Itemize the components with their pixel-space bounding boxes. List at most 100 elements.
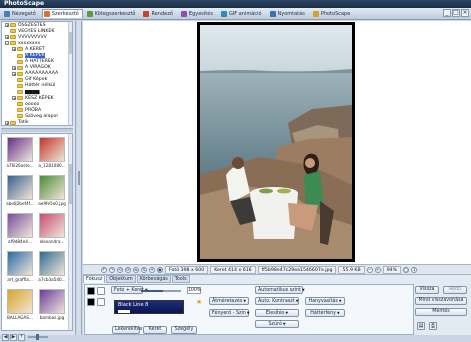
panel-tab-0[interactable]: Fókusz	[83, 275, 106, 283]
tree-item-label: Gif Képek	[25, 77, 48, 83]
black-color-icon[interactable]	[87, 287, 95, 295]
tab-6[interactable]: Nyomtatás	[268, 9, 309, 18]
maximize-button[interactable]: □	[452, 9, 460, 17]
favorite-star-icon[interactable]: ★	[196, 298, 202, 306]
expand-toggle-icon[interactable]: +	[5, 120, 9, 125]
tree-item[interactable]: + Tatik	[2, 120, 72, 125]
thumbnail-item[interactable]: a_1281080...	[36, 137, 68, 172]
thumbnail-caption: art_graffia...	[7, 277, 33, 282]
folder-icon	[17, 114, 23, 119]
thumbnail-scrollbar[interactable]	[68, 134, 72, 330]
rotate-right-icon[interactable]: ⟳	[125, 266, 131, 273]
rounding-button[interactable]: Lekerekítés	[112, 326, 142, 334]
tab-icon	[86, 10, 93, 17]
flip-vertical-icon[interactable]: ⇅	[141, 266, 147, 273]
tab-3[interactable]: Rendező	[141, 9, 176, 18]
edit-panel: Fókusz Objektum Körbevágás Tools Fotó + Ker…	[83, 274, 471, 335]
main-tab-bar: Nézegető Szerkesztő Kötegszerkesztő Rendező…	[0, 8, 471, 20]
tab-icon	[312, 10, 319, 17]
brightness-color-button[interactable]: Fényerő - Szín▼	[209, 309, 250, 317]
thumbnail-item[interactable]: BALLAGAS...	[4, 289, 36, 324]
panel-tab-3[interactable]: Tools	[171, 275, 190, 283]
thumbnail-item[interactable]: abe82bef4f...	[4, 175, 36, 210]
folder-icon	[17, 83, 23, 88]
photo-size: Fotó 398 x 600	[165, 265, 209, 274]
panel-tab-2[interactable]: Körbevágás	[136, 275, 171, 283]
undo-button[interactable]: Vissza	[415, 286, 439, 294]
thumbnail-item[interactable]: af9d84e4...	[4, 213, 36, 248]
frame-color-white-icon[interactable]	[97, 298, 105, 306]
thumbnail-item[interactable]: a76l26oste...	[4, 137, 36, 172]
backlight-button[interactable]: Háttérfény▼	[305, 309, 345, 317]
tab-4[interactable]: Egyesítés	[179, 9, 217, 18]
print-icon[interactable]: ⎙	[429, 322, 437, 330]
redo-icon[interactable]: ↷	[109, 266, 115, 273]
thumbnail-caption: a7cb3a540...	[38, 277, 66, 282]
frame-percent-field[interactable]: 100%	[187, 287, 201, 294]
tab-7[interactable]: PhotoScape	[311, 9, 355, 18]
expand-toggle-icon[interactable]: +	[12, 47, 16, 52]
redo-button[interactable]: Redo	[443, 286, 467, 294]
minimize-button[interactable]: _	[443, 9, 451, 17]
expand-toggle-icon[interactable]: +	[12, 71, 16, 76]
border-button[interactable]: Szegély	[171, 326, 197, 334]
sharpen-button[interactable]: Élesítés▼	[255, 309, 299, 317]
panel-tab-1[interactable]: Objektum	[106, 275, 136, 283]
expand-toggle-icon[interactable]: +	[5, 23, 9, 28]
tab-1[interactable]: Szerkesztő	[41, 9, 83, 18]
filter-button[interactable]: Szűrő▼	[255, 320, 299, 328]
expand-toggle-icon[interactable]: +	[12, 65, 16, 70]
resize-button[interactable]: Átméretezés▼	[209, 297, 249, 305]
expand-toggle-icon[interactable]: -	[5, 41, 9, 46]
effect-icon[interactable]: ✦	[149, 266, 155, 273]
actual-size-icon[interactable]: 1	[411, 266, 418, 273]
zoom-level[interactable]: 94%	[382, 265, 402, 274]
frame-preview[interactable]: Black Line 8	[114, 300, 184, 314]
thumbnail-item[interactable]: ae9fe5e0.jpg	[36, 175, 68, 210]
thumbnail-item[interactable]: bambas.jpg	[36, 289, 68, 324]
open-icon[interactable]: ▤	[417, 322, 425, 330]
folder-icon	[17, 96, 23, 101]
frame-progress-bar[interactable]	[141, 290, 181, 292]
thumbnail-image	[7, 289, 33, 314]
zoom-out-icon[interactable]: −	[366, 266, 373, 273]
photo-frame-dropdown[interactable]: Fotó + Keret▼	[111, 286, 148, 294]
tree-scrollbar[interactable]	[68, 22, 72, 125]
thumbnail-size-slider[interactable]	[28, 334, 48, 340]
thumbnail-image	[7, 251, 33, 276]
tab-label: Rendező	[151, 10, 173, 17]
thumbnail-item[interactable]: a7cb3a540...	[36, 251, 68, 286]
film-effect-button[interactable]: Hanyvasítás▼	[305, 297, 345, 305]
thumbnail-image	[39, 137, 65, 162]
flip-horizontal-icon[interactable]: ⇆	[133, 266, 139, 273]
editor-canvas[interactable]	[83, 21, 471, 264]
crop-icon[interactable]: ▣	[157, 266, 163, 273]
edited-photo[interactable]	[197, 22, 355, 262]
auto-level-button[interactable]: Automatikus szint▼	[255, 286, 305, 294]
thumbnail-image	[39, 213, 65, 238]
tree-item-label: Szöveg alapol	[25, 113, 58, 119]
white-color-icon[interactable]	[97, 287, 105, 295]
tab-2[interactable]: Kötegszerkesztő	[85, 9, 140, 18]
undo-all-button[interactable]: Mind visszavonása	[415, 297, 467, 305]
left-splitter[interactable]	[1, 128, 73, 132]
rotate-left-icon[interactable]: ⟲	[117, 266, 123, 273]
thumbnail-item[interactable]: art_graffia...	[4, 251, 36, 286]
tab-icon	[43, 11, 50, 17]
expand-toggle-icon[interactable]: +	[5, 35, 9, 40]
undo-icon[interactable]: ↶	[101, 266, 107, 273]
tree-item-label: ooooo	[25, 101, 40, 107]
auto-contrast-button[interactable]: Auto. Kontraszt▼	[255, 297, 299, 305]
couple-dinner-photo	[200, 25, 352, 259]
panel-splitter[interactable]	[77, 21, 82, 335]
frame-button[interactable]: Keret	[143, 326, 167, 334]
expand-toggle-icon[interactable]: +	[12, 96, 16, 101]
fit-icon[interactable]: ▢	[403, 266, 410, 273]
frame-color-black-icon[interactable]	[87, 298, 95, 306]
zoom-in-icon[interactable]: +	[374, 266, 381, 273]
tab-5[interactable]: GIF animáció	[219, 9, 266, 18]
close-button[interactable]: ×	[461, 9, 469, 17]
tab-0[interactable]: Nézegető	[2, 9, 40, 18]
save-button[interactable]: Mentés	[415, 308, 467, 316]
thumbnail-item[interactable]: alexandra...	[36, 213, 68, 248]
